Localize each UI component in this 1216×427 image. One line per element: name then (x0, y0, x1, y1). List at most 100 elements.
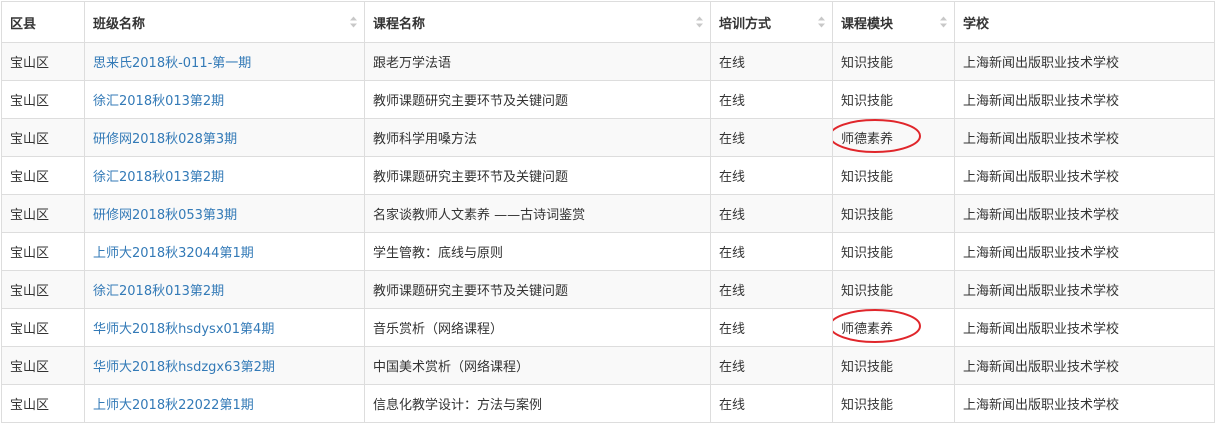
school-text: 上海新闻出版职业技术学校 (963, 360, 1120, 375)
training-method-text: 在线 (719, 56, 746, 71)
cell-course-module: 知识技能 (832, 346, 955, 385)
district-text: 宝山区 (10, 246, 50, 261)
cell-course-name: 跟老万学法语 (364, 42, 711, 81)
cell-district: 宝山区 (1, 346, 85, 385)
table-row: 宝山区 上师大2018秋32044第1期 学生管教：底线与原则 在线 知识技能 上海新闻出… (1, 232, 1215, 271)
class-name-link[interactable]: 徐汇2018秋013第2期 (93, 94, 224, 109)
training-method-text: 在线 (719, 246, 746, 261)
class-name-link[interactable]: 上师大2018秋32044第1期 (93, 246, 254, 261)
school-text: 上海新闻出版职业技术学校 (963, 132, 1120, 147)
school-text: 上海新闻出版职业技术学校 (963, 322, 1120, 337)
cell-training-method: 在线 (710, 384, 833, 423)
cell-class-name[interactable]: 徐汇2018秋013第2期 (84, 156, 365, 195)
column-header-district: 区县 (1, 1, 85, 43)
class-name-link[interactable]: 徐汇2018秋013第2期 (93, 284, 224, 299)
cell-class-name[interactable]: 华师大2018秋hsdzgx63第2期 (84, 346, 365, 385)
cell-class-name[interactable]: 徐汇2018秋013第2期 (84, 270, 365, 309)
training-method-text: 在线 (719, 170, 746, 185)
course-name-text: 教师课题研究主要环节及关键问题 (373, 170, 569, 185)
column-header-label: 区县 (10, 16, 37, 32)
cell-district: 宝山区 (1, 42, 85, 81)
cell-course-module: 知识技能 (832, 384, 955, 423)
cell-course-module: 师德素养 (832, 118, 955, 157)
column-header-label: 课程模块 (841, 16, 894, 32)
cell-district: 宝山区 (1, 156, 85, 195)
district-text: 宝山区 (10, 170, 50, 185)
district-text: 宝山区 (10, 94, 50, 109)
cell-class-name[interactable]: 上师大2018秋32044第1期 (84, 232, 365, 271)
training-method-text: 在线 (719, 398, 746, 413)
school-text: 上海新闻出版职业技术学校 (963, 208, 1120, 223)
school-text: 上海新闻出版职业技术学校 (963, 398, 1120, 413)
sort-icon[interactable] (818, 16, 825, 28)
column-header-course-name[interactable]: 课程名称 (364, 1, 711, 43)
class-name-link[interactable]: 华师大2018秋hsdysx01第4期 (93, 322, 274, 337)
table-row: 宝山区 华师大2018秋hsdysx01第4期 音乐赏析（网络课程） 在线 师德素养 上海… (1, 308, 1215, 347)
cell-school: 上海新闻出版职业技术学校 (954, 270, 1215, 309)
cell-training-method: 在线 (710, 270, 833, 309)
training-method-text: 在线 (719, 284, 746, 299)
table-header: 区县 班级名称 课程名称 培训方式 课程模块 学校 (1, 1, 1215, 43)
sort-icon[interactable] (696, 16, 703, 28)
cell-course-name: 教师课题研究主要环节及关键问题 (364, 156, 711, 195)
cell-course-name: 名家谈教师人文素养 ——古诗词鉴赏 (364, 194, 711, 233)
course-module-text: 知识技能 (841, 56, 894, 71)
cell-district: 宝山区 (1, 384, 85, 423)
cell-course-name: 教师课题研究主要环节及关键问题 (364, 80, 711, 119)
cell-class-name[interactable]: 徐汇2018秋013第2期 (84, 80, 365, 119)
class-name-link[interactable]: 华师大2018秋hsdzgx63第2期 (93, 360, 275, 375)
sort-icon[interactable] (350, 16, 357, 28)
cell-school: 上海新闻出版职业技术学校 (954, 42, 1215, 81)
class-name-link[interactable]: 徐汇2018秋013第2期 (93, 170, 224, 185)
cell-course-module: 知识技能 (832, 194, 955, 233)
cell-school: 上海新闻出版职业技术学校 (954, 384, 1215, 423)
cell-district: 宝山区 (1, 194, 85, 233)
course-name-text: 教师科学用嗓方法 (373, 132, 478, 147)
school-text: 上海新闻出版职业技术学校 (963, 170, 1120, 185)
column-header-label: 培训方式 (719, 16, 772, 32)
course-name-text: 信息化教学设计：方法与案例 (373, 398, 543, 413)
class-name-link[interactable]: 思来氏2018秋-011-第一期 (93, 56, 251, 71)
district-text: 宝山区 (10, 208, 50, 223)
column-header-school: 学校 (954, 1, 1215, 43)
school-text: 上海新闻出版职业技术学校 (963, 246, 1120, 261)
cell-course-name: 信息化教学设计：方法与案例 (364, 384, 711, 423)
class-name-link[interactable]: 上师大2018秋22022第1期 (93, 398, 254, 413)
cell-class-name[interactable]: 研修网2018秋028第3期 (84, 118, 365, 157)
table-row: 宝山区 徐汇2018秋013第2期 教师课题研究主要环节及关键问题 在线 知识技能 上海新… (1, 270, 1215, 309)
cell-training-method: 在线 (710, 118, 833, 157)
cell-school: 上海新闻出版职业技术学校 (954, 80, 1215, 119)
cell-district: 宝山区 (1, 270, 85, 309)
column-header-class-name[interactable]: 班级名称 (84, 1, 365, 43)
cell-course-name: 中国美术赏析（网络课程） (364, 346, 711, 385)
course-module-text: 知识技能 (841, 94, 894, 109)
training-method-text: 在线 (719, 94, 746, 109)
course-name-text: 学生管教：底线与原则 (373, 246, 504, 261)
course-table: 区县 班级名称 课程名称 培训方式 课程模块 学校 宝山区 思来氏2018秋-011-第一期… (1, 1, 1215, 423)
cell-course-name: 教师课题研究主要环节及关键问题 (364, 270, 711, 309)
course-name-text: 音乐赏析（网络课程） (373, 322, 504, 337)
cell-course-module: 知识技能 (832, 232, 955, 271)
cell-training-method: 在线 (710, 194, 833, 233)
school-text: 上海新闻出版职业技术学校 (963, 94, 1120, 109)
course-module-text: 知识技能 (841, 360, 894, 375)
cell-course-name: 学生管教：底线与原则 (364, 232, 711, 271)
cell-training-method: 在线 (710, 156, 833, 195)
cell-class-name[interactable]: 研修网2018秋053第3期 (84, 194, 365, 233)
district-text: 宝山区 (10, 360, 50, 375)
cell-course-module: 知识技能 (832, 42, 955, 81)
cell-class-name[interactable]: 上师大2018秋22022第1期 (84, 384, 365, 423)
table-row: 宝山区 徐汇2018秋013第2期 教师课题研究主要环节及关键问题 在线 知识技能 上海新… (1, 80, 1215, 119)
column-header-training-method[interactable]: 培训方式 (710, 1, 833, 43)
class-name-link[interactable]: 研修网2018秋028第3期 (93, 132, 237, 147)
table-body: 宝山区 思来氏2018秋-011-第一期 跟老万学法语 在线 知识技能 上海新闻出版职业技… (1, 42, 1215, 423)
cell-school: 上海新闻出版职业技术学校 (954, 308, 1215, 347)
cell-course-name: 音乐赏析（网络课程） (364, 308, 711, 347)
cell-class-name[interactable]: 思来氏2018秋-011-第一期 (84, 42, 365, 81)
column-header-course-module[interactable]: 课程模块 (832, 1, 955, 43)
training-method-text: 在线 (719, 132, 746, 147)
course-name-text: 教师课题研究主要环节及关键问题 (373, 94, 569, 109)
class-name-link[interactable]: 研修网2018秋053第3期 (93, 208, 237, 223)
sort-icon[interactable] (940, 16, 947, 28)
cell-class-name[interactable]: 华师大2018秋hsdysx01第4期 (84, 308, 365, 347)
